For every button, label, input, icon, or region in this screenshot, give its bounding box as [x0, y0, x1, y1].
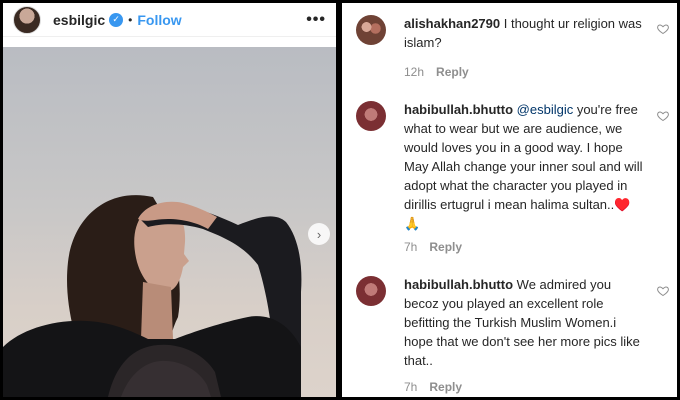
comment-message: you're free what to wear but we are audi… [404, 102, 643, 231]
like-heart-icon[interactable] [657, 23, 669, 35]
post-panel: esbilgic ✓ • Follow ••• › [3, 3, 336, 397]
comment-mention[interactable]: @esbilgic [513, 102, 574, 117]
follow-button[interactable]: Follow [137, 12, 181, 28]
reply-button[interactable]: Reply [429, 380, 462, 394]
more-options-icon[interactable]: ••• [306, 11, 326, 29]
woman-portrait-illustration [3, 195, 302, 397]
post-username[interactable]: esbilgic [53, 12, 105, 28]
comment-text: habibullah.bhutto We admired you becoz y… [404, 275, 644, 370]
profile-avatar[interactable] [13, 5, 41, 34]
like-heart-icon[interactable] [657, 285, 669, 297]
comment-username[interactable]: habibullah.bhutto [404, 102, 513, 117]
comment-meta: 7h Reply [404, 380, 462, 394]
commenter-avatar[interactable] [356, 101, 386, 131]
comment-time: 12h [404, 65, 425, 79]
next-image-button[interactable]: › [308, 223, 330, 245]
commenter-avatar[interactable] [356, 276, 386, 306]
comment-username[interactable]: habibullah.bhutto [404, 277, 513, 292]
reply-button[interactable]: Reply [436, 65, 469, 79]
separator-dot: • [128, 12, 133, 27]
comment-meta: 12h Reply [404, 65, 469, 79]
comment-username[interactable]: alishakhan2790 [404, 16, 500, 31]
screenshot-frame: esbilgic ✓ • Follow ••• › alishakhan2790… [0, 0, 680, 400]
comments-panel: alishakhan2790 I thought ur religion was… [342, 3, 677, 397]
comment-time: 7h [404, 240, 418, 254]
post-header: esbilgic ✓ • Follow ••• [3, 3, 336, 37]
comment-text: habibullah.bhutto @esbilgic you're free … [404, 100, 644, 233]
post-photo[interactable]: › [3, 47, 336, 397]
reply-button[interactable]: Reply [429, 240, 462, 254]
comment-meta: 7h Reply [404, 240, 462, 254]
commenter-avatar[interactable] [356, 15, 386, 45]
like-heart-icon[interactable] [657, 110, 669, 122]
comment-text: alishakhan2790 I thought ur religion was… [404, 14, 644, 52]
verified-badge-icon: ✓ [109, 12, 124, 27]
comment-time: 7h [404, 380, 418, 394]
